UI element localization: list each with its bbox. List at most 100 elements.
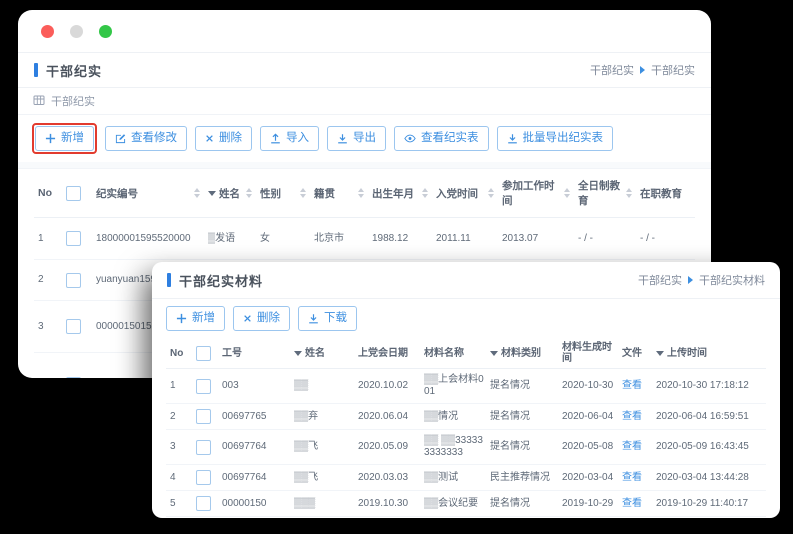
cell-upload_time: 2020-10-30 17:18:12 <box>652 369 766 404</box>
column-header-generate_time: 材料生成时间 <box>558 338 618 369</box>
row-checkbox[interactable] <box>196 496 211 511</box>
column-header-birth_date[interactable]: 出生年月 <box>368 169 432 218</box>
toolbar-button-delete[interactable]: 删除 <box>233 306 290 331</box>
breadcrumb: 干部纪实 干部纪实材料 <box>638 272 765 288</box>
view-link[interactable]: 查看 <box>622 441 642 452</box>
toolbar-button-download[interactable]: 下载 <box>298 306 357 331</box>
button-label: 新增 <box>61 132 84 145</box>
column-header-onjob_education: 在职教育 <box>636 169 695 218</box>
cell-no: 1 <box>34 218 62 260</box>
file-cell: 查看 <box>618 369 652 404</box>
table-row: 200697765▒▒弃2020.06.04▒▒情况提名情况2020-06-04… <box>166 404 766 430</box>
toolbar-button-export[interactable]: 导出 <box>327 126 386 151</box>
breadcrumb-item[interactable]: 干部纪实材料 <box>699 272 765 288</box>
column-header-native_place[interactable]: 籍贯 <box>310 169 368 218</box>
column-label: 工号 <box>222 348 242 359</box>
view-link[interactable]: 查看 <box>622 380 642 391</box>
column-label: 纪实编号 <box>96 186 138 201</box>
toolbar-back: 新增 查看修改删除导入导出查看纪实表 批量导出纪实表 <box>18 115 711 162</box>
file-cell: 查看 <box>618 465 652 491</box>
close-button[interactable] <box>41 25 54 38</box>
toolbar-button-view-record-sheet[interactable]: 查看纪实表 <box>394 126 489 151</box>
column-label: 姓名 <box>305 348 325 359</box>
column-label: 参加工作时间 <box>502 178 564 208</box>
select-all-checkbox[interactable] <box>66 186 81 201</box>
column-header-material_type[interactable]: 材料类别 <box>486 338 558 369</box>
plus-icon <box>176 313 187 324</box>
cell-material_name: ▒▒ ▒▒333333333333 <box>420 430 486 465</box>
sort-icon[interactable] <box>246 188 252 198</box>
sort-icon[interactable] <box>488 188 494 198</box>
sort-icon[interactable] <box>422 188 428 198</box>
cell-generate_time: 2020-03-04 <box>558 465 618 491</box>
toolbar-button-add[interactable]: 新增 <box>166 306 225 331</box>
page-title-text: 干部纪实 <box>46 61 102 80</box>
row-checkbox[interactable] <box>66 231 81 246</box>
view-link[interactable]: 查看 <box>622 411 642 422</box>
column-label: No <box>38 187 52 199</box>
cell-birth_date: 1988.12 <box>368 218 432 260</box>
cell-upload_time: 2019-10-29 11:40:17 <box>652 491 766 517</box>
column-header-join_party_date[interactable]: 入党时间 <box>432 169 498 218</box>
column-header-work_start_date[interactable]: 参加工作时间 <box>498 169 574 218</box>
button-label: 批量导出纪实表 <box>523 132 604 145</box>
table-row: 400697764▒▒飞2020.03.03▒▒测试民主推荐情况2020-03-… <box>166 465 766 491</box>
toolbar-button-delete[interactable]: 删除 <box>195 126 252 151</box>
filter-icon <box>208 191 216 196</box>
column-header-select[interactable] <box>192 338 218 369</box>
column-header-gender[interactable]: 性别 <box>256 169 310 218</box>
table-row: 600697764▒▒飞2019.10.30▒▒会议纪要提名情况2019-10-… <box>166 517 766 519</box>
checkbox-cell <box>62 301 92 353</box>
view-link[interactable]: 查看 <box>622 472 642 483</box>
column-header-upload_time[interactable]: 上传时间 <box>652 338 766 369</box>
row-checkbox[interactable] <box>196 379 211 394</box>
row-checkbox[interactable] <box>66 377 81 378</box>
row-checkbox[interactable] <box>196 470 211 485</box>
sort-icon[interactable] <box>300 188 306 198</box>
select-all-checkbox[interactable] <box>196 346 211 361</box>
panel-header: 干部纪实 <box>18 88 711 115</box>
breadcrumb-arrow-icon <box>688 276 693 284</box>
title-accent-bar <box>167 273 171 287</box>
toolbar-button-import[interactable]: 导入 <box>260 126 319 151</box>
breadcrumb-item[interactable]: 干部纪实 <box>590 62 634 78</box>
upload-icon <box>270 133 281 144</box>
checkbox-cell <box>192 517 218 519</box>
sort-icon[interactable] <box>564 188 570 198</box>
row-checkbox[interactable] <box>196 409 211 424</box>
column-header-name[interactable]: 姓名 <box>204 169 256 218</box>
sort-icon[interactable] <box>626 188 632 198</box>
breadcrumb-item[interactable]: 干部纪实 <box>651 62 695 78</box>
row-checkbox[interactable] <box>66 273 81 288</box>
breadcrumb-item[interactable]: 干部纪实 <box>638 272 682 288</box>
page-title-row: 干部纪实材料 干部纪实 干部纪实材料 <box>152 262 780 299</box>
column-label: 文件 <box>622 348 642 359</box>
sort-icon[interactable] <box>194 188 200 198</box>
toolbar-button-batch-export-record-sheet[interactable]: 批量导出纪实表 <box>497 126 614 151</box>
cell-name: ▒▒飞 <box>290 465 354 491</box>
toolbar-button-add[interactable]: 新增 <box>35 126 94 151</box>
column-label: No <box>170 348 183 359</box>
column-header-select[interactable] <box>62 169 92 218</box>
checkbox-cell <box>192 491 218 517</box>
edit-icon <box>115 133 126 144</box>
filter-icon <box>656 351 664 356</box>
column-header-fulltime_education[interactable]: 全日制教育 <box>574 169 636 218</box>
toolbar-button-view-edit[interactable]: 查看修改 <box>105 126 187 151</box>
cell-no: 4 <box>34 353 62 379</box>
sort-icon[interactable] <box>358 188 364 198</box>
column-header-record_no[interactable]: 纪实编号 <box>92 169 204 218</box>
row-checkbox[interactable] <box>66 319 81 334</box>
file-cell: 查看 <box>618 430 652 465</box>
minimize-button[interactable] <box>70 25 83 38</box>
cell-work_start_date: 2013.07 <box>498 218 574 260</box>
column-header-name[interactable]: 姓名 <box>290 338 354 369</box>
checkbox-cell <box>192 430 218 465</box>
row-checkbox[interactable] <box>196 440 211 455</box>
view-link[interactable]: 查看 <box>622 498 642 509</box>
column-label: 全日制教育 <box>578 178 626 208</box>
cell-material_type: 提名情况 <box>486 491 558 517</box>
zoom-button[interactable] <box>99 25 112 38</box>
cell-material_name: ▒▒测试 <box>420 465 486 491</box>
checkbox-cell <box>192 465 218 491</box>
